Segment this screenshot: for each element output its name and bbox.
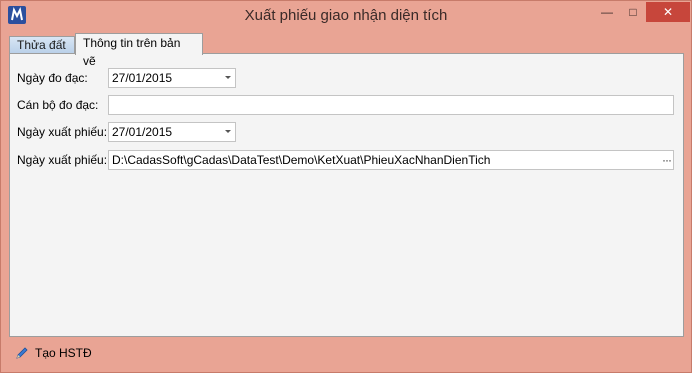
surveyor-row: Cán bộ đo đạc:	[10, 95, 683, 115]
export-date-picker[interactable]: 27/01/2015	[108, 122, 236, 142]
tab-strip: Thửa đất Thông tin trên bản vẽ	[9, 32, 684, 68]
browse-button[interactable]: ···	[662, 151, 672, 169]
title-bar[interactable]: Xuất phiếu giao nhận diện tích — □ ✕	[1, 1, 691, 31]
create-record-button[interactable]: Tạo HSTĐ	[35, 346, 92, 360]
window-title: Xuất phiếu giao nhận diện tích	[244, 7, 448, 24]
survey-date-picker[interactable]: 27/01/2015	[108, 68, 236, 88]
bottom-toolbar: Tạo HSTĐ	[9, 339, 684, 367]
dropdown-arrow-icon[interactable]	[225, 130, 231, 133]
export-date-value: 27/01/2015	[112, 125, 173, 139]
survey-date-row: Ngày đo đạc: 27/01/2015	[10, 68, 683, 88]
close-button[interactable]: ✕	[646, 2, 690, 22]
app-window: Xuất phiếu giao nhận diện tích — □ ✕ Thử…	[0, 0, 692, 373]
export-path-input[interactable]: D:\CadasSoft\gCadas\DataTest\Demo\KetXua…	[108, 150, 674, 170]
dropdown-arrow-icon[interactable]	[225, 76, 231, 79]
tab-drawing-info[interactable]: Thông tin trên bản vẽ	[75, 33, 203, 68]
minimize-button[interactable]: —	[594, 2, 620, 22]
export-path-row: Ngày xuất phiếu: D:\CadasSoft\gCadas\Dat…	[10, 150, 683, 170]
pencil-icon	[16, 347, 28, 359]
maximize-button[interactable]: □	[620, 2, 646, 22]
tab-panel-drawing-info: Ngày đo đạc: 27/01/2015 Cán bộ đo đạc: N…	[9, 53, 684, 337]
export-path-value: D:\CadasSoft\gCadas\DataTest\Demo\KetXua…	[112, 153, 491, 167]
export-path-label: Ngày xuất phiếu:	[17, 153, 108, 167]
surveyor-input[interactable]	[108, 95, 674, 115]
survey-date-label: Ngày đo đạc:	[17, 71, 88, 85]
export-date-label: Ngày xuất phiếu:	[17, 125, 108, 139]
tab-land-parcel[interactable]: Thửa đất	[9, 36, 75, 54]
survey-date-value: 27/01/2015	[112, 71, 173, 85]
export-date-row: Ngày xuất phiếu: 27/01/2015	[10, 122, 683, 142]
surveyor-label: Cán bộ đo đạc:	[17, 98, 99, 112]
